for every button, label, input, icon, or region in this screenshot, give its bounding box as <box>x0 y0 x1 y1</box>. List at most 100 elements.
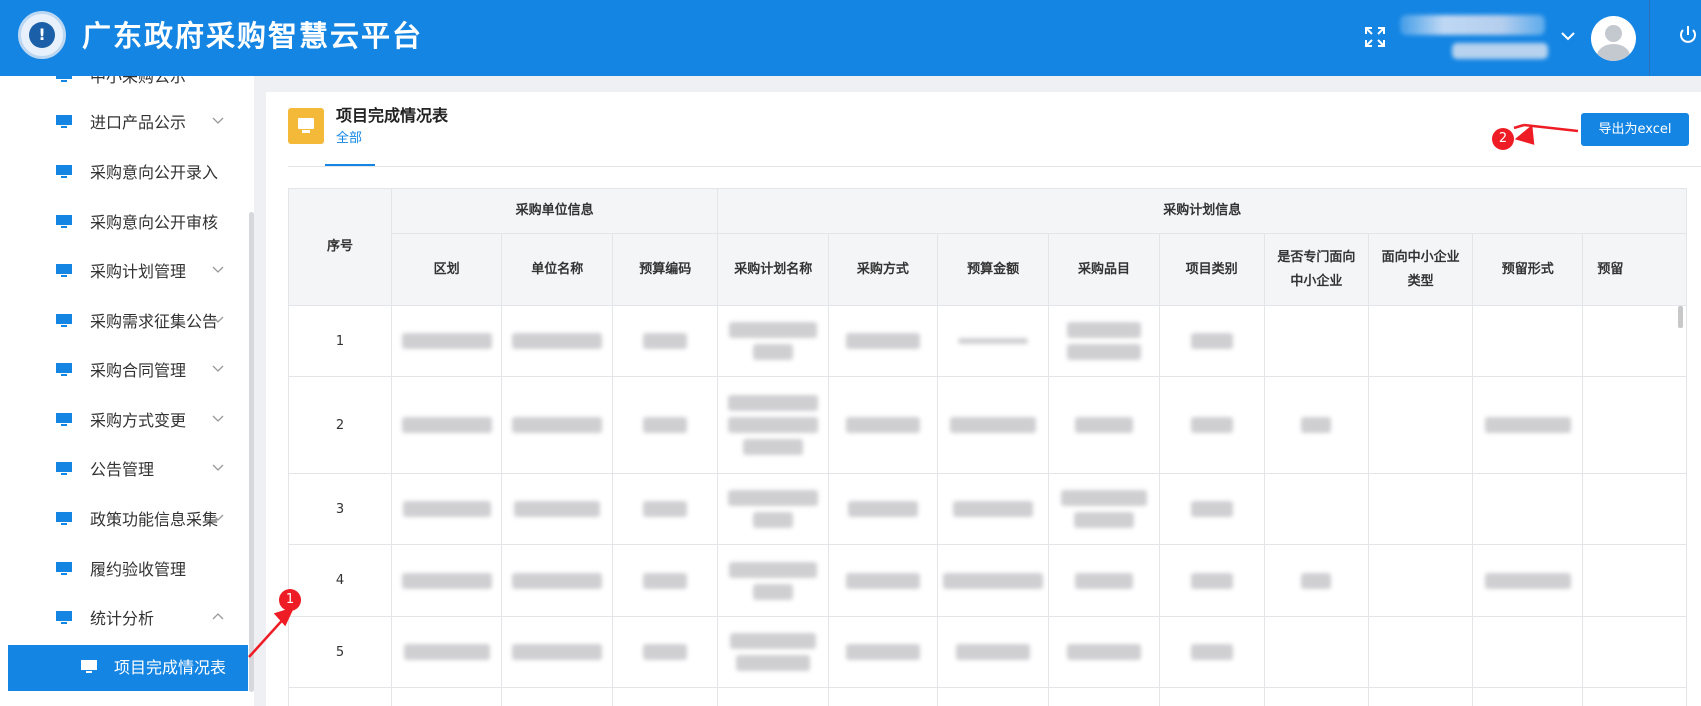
column-header: 预算金额 <box>936 233 1050 306</box>
annotation-badge-1: 1 <box>279 589 301 611</box>
redacted-cell <box>1263 544 1370 617</box>
export-excel-button[interactable]: 导出为excel <box>1581 113 1689 146</box>
monitor-icon <box>56 165 72 178</box>
page-title: 项目完成情况表 <box>336 106 449 125</box>
monitor-icon <box>56 314 72 327</box>
redacted-cell <box>717 616 829 688</box>
monitor-icon <box>56 363 72 376</box>
table-scrollbar[interactable] <box>1678 306 1683 328</box>
table-row[interactable] <box>288 687 1687 706</box>
sidebar-item-label: 采购计划管理 <box>90 262 187 281</box>
sidebar-item-announcement[interactable]: 公告管理 <box>0 447 238 493</box>
sidebar-item-import-products[interactable]: 进口产品公示 <box>0 100 238 146</box>
cell-empty <box>1582 376 1687 474</box>
chevron-down-icon <box>212 464 224 471</box>
project-completion-table: 序号 采购单位信息 采购计划信息 区划 单位名称 预算编码 采购计划名称 采购方… <box>288 188 1687 706</box>
avatar-head-shape <box>1605 25 1622 42</box>
monitor-icon <box>81 660 97 673</box>
sidebar-item-method-change[interactable]: 采购方式变更 <box>0 398 238 444</box>
redacted-cell <box>1048 473 1160 545</box>
redacted-cell <box>611 376 719 474</box>
sidebar-subitem-project-completion[interactable]: 项目完成情况表 <box>8 645 248 691</box>
redacted-cell <box>936 544 1050 617</box>
username-redacted[interactable] <box>1400 15 1545 35</box>
cell-empty <box>1582 305 1687 377</box>
sidebar-item-intent-entry[interactable]: 采购意向公开录入 <box>0 150 238 196</box>
column-header: 单位名称 <box>501 233 613 306</box>
sidebar-item-intent-review[interactable]: 采购意向公开审核 <box>0 200 238 246</box>
redacted-cell <box>717 376 829 474</box>
sidebar-scrollbar[interactable] <box>249 212 254 692</box>
redacted-cell <box>936 616 1050 688</box>
redacted-cell <box>501 616 613 688</box>
redacted-cell <box>1472 544 1584 617</box>
column-header: 采购方式 <box>828 233 938 306</box>
sidebar-item-label: 进口产品公示 <box>90 113 187 132</box>
cell-empty <box>1367 544 1474 617</box>
redacted-cell <box>936 305 1050 377</box>
redacted-cell <box>611 544 719 617</box>
cell-seq <box>288 687 392 706</box>
sidebar-item-acceptance[interactable]: 履约验收管理 <box>0 547 238 593</box>
fullscreen-icon[interactable] <box>1364 26 1386 48</box>
sidebar-item-policy-info[interactable]: 政策功能信息采集 <box>0 497 238 543</box>
redacted-cell <box>1048 305 1160 377</box>
redacted-cell <box>1048 616 1160 688</box>
user-role-redacted <box>1452 43 1548 59</box>
avatar[interactable] <box>1591 16 1636 61</box>
sidebar-item-small-business[interactable]: 中小采购公示 <box>0 76 238 100</box>
redacted-cell <box>611 473 719 545</box>
sidebar-item-label: 项目完成情况表 <box>114 658 227 677</box>
cell-empty <box>1582 544 1687 617</box>
tabs-divider <box>288 166 1701 167</box>
chevron-down-icon <box>212 365 224 372</box>
tab-all[interactable]: 全部 <box>336 130 362 148</box>
redacted-cell <box>1048 544 1160 617</box>
sidebar-item-plan-management[interactable]: 采购计划管理 <box>0 249 238 295</box>
sidebar-item-demand-notice[interactable]: 采购需求征集公告 <box>0 299 238 345</box>
chevron-down-icon <box>212 415 224 422</box>
cell-empty <box>1582 687 1687 706</box>
redacted-cell <box>501 473 613 545</box>
redacted-cell <box>828 544 938 617</box>
sidebar-item-label: 采购方式变更 <box>90 411 187 430</box>
chevron-up-icon <box>212 613 224 620</box>
power-icon[interactable] <box>1677 24 1699 46</box>
column-header: 区划 <box>390 233 503 306</box>
chevron-down-icon <box>212 316 224 323</box>
monitor-icon <box>56 76 72 82</box>
sidebar-item-label: 政策功能信息采集 <box>90 510 219 529</box>
monitor-icon <box>56 562 72 575</box>
table-row[interactable]: 5 <box>288 616 1687 688</box>
cell-empty <box>1048 687 1160 706</box>
redacted-cell <box>390 376 503 474</box>
table-row[interactable]: 1 <box>288 305 1687 377</box>
chevron-down-icon <box>212 117 224 124</box>
monitor-icon <box>56 611 72 624</box>
table-row[interactable]: 3 <box>288 473 1687 545</box>
redacted-cell <box>390 544 503 617</box>
sidebar-item-label: 采购合同管理 <box>90 361 187 380</box>
redacted-cell <box>611 616 719 688</box>
column-header: 预留 <box>1582 233 1687 306</box>
redacted-cell <box>1158 305 1265 377</box>
table-row[interactable]: 4 <box>288 544 1687 617</box>
column-header: 采购品目 <box>1048 233 1160 306</box>
top-header: 广东政府采购智慧云平台 <box>0 0 1701 76</box>
monitor-icon <box>288 108 324 144</box>
chevron-down-icon[interactable] <box>1561 29 1575 43</box>
sidebar-item-statistics[interactable]: 统计分析 <box>0 596 238 642</box>
cell-empty <box>1582 473 1687 545</box>
sidebar-item-contract-management[interactable]: 采购合同管理 <box>0 348 238 394</box>
cell-empty <box>1472 687 1584 706</box>
table-row[interactable]: 2 <box>288 376 1687 474</box>
cell-empty <box>1263 473 1370 545</box>
sidebar-item-label: 统计分析 <box>90 609 155 628</box>
group-header-plan-info: 采购计划信息 <box>717 188 1687 234</box>
data-table-container[interactable]: 序号 采购单位信息 采购计划信息 区划 单位名称 预算编码 采购计划名称 采购方… <box>288 188 1687 706</box>
monitor-icon <box>56 462 72 475</box>
sidebar-item-label: 公告管理 <box>90 460 155 479</box>
cell-empty <box>1367 616 1474 688</box>
redacted-cell <box>1158 544 1265 617</box>
monitor-icon <box>56 215 72 228</box>
